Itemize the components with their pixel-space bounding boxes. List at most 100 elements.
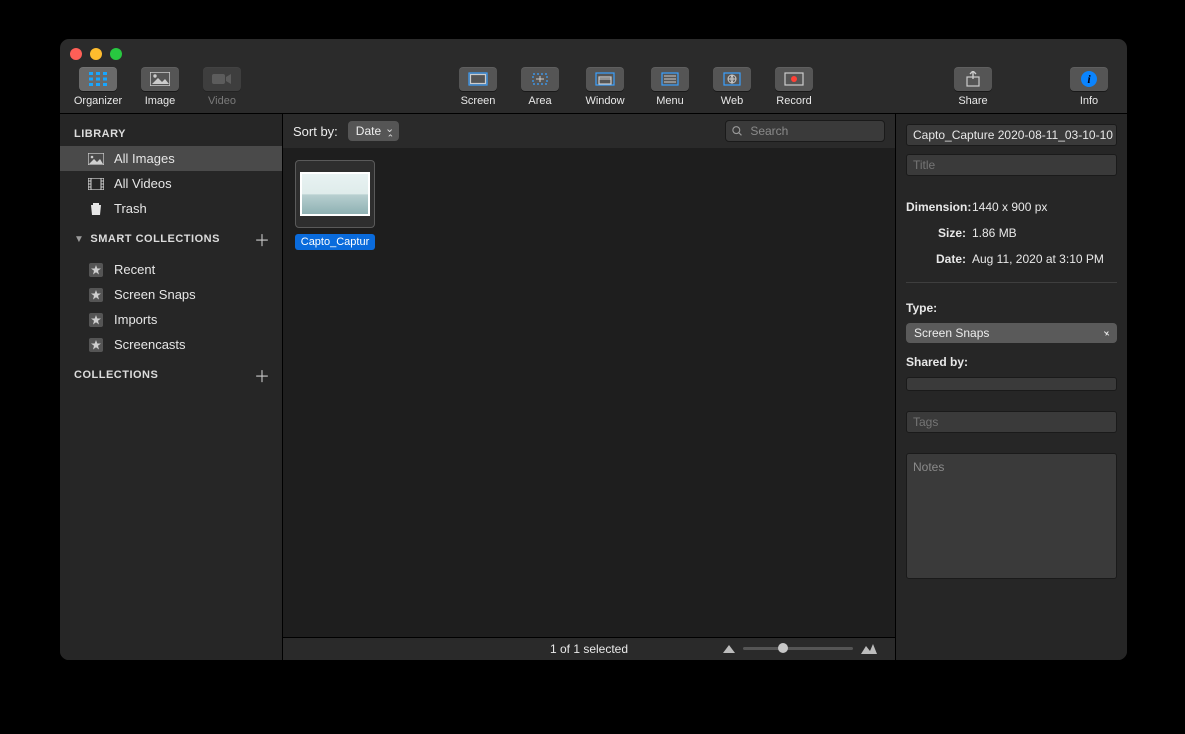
- sidebar-item-all-images[interactable]: All Images: [60, 146, 282, 171]
- capture-web-button[interactable]: [713, 67, 751, 91]
- add-collection-button[interactable]: ＋: [254, 363, 270, 387]
- thumbnail-item[interactable]: Capto_Captur: [295, 160, 375, 250]
- area-icon: [531, 72, 549, 86]
- record-label: Record: [776, 95, 811, 107]
- screen-icon: [468, 72, 488, 86]
- add-smart-collection-button[interactable]: ＋: [254, 227, 270, 251]
- trash-icon: [88, 202, 104, 216]
- date-label: Date:: [906, 252, 966, 266]
- info-label: Info: [1080, 95, 1098, 107]
- selection-status: 1 of 1 selected: [550, 642, 628, 656]
- filename-field[interactable]: Capto_Capture 2020-08-11_03-10-10: [906, 124, 1117, 146]
- title-field[interactable]: [906, 154, 1117, 176]
- status-bar: 1 of 1 selected: [283, 637, 895, 660]
- share-button[interactable]: [954, 67, 992, 91]
- notes-field[interactable]: Notes: [906, 453, 1117, 579]
- shared-by-label: Shared by:: [906, 355, 1117, 369]
- sidebar-item-label: Imports: [114, 312, 157, 327]
- sidebar-item-label: Screen Snaps: [114, 287, 196, 302]
- thumbnail-grid[interactable]: Capto_Captur: [283, 148, 895, 637]
- zoom-slider[interactable]: [743, 647, 853, 650]
- inspector-panel: Capto_Capture 2020-08-11_03-10-10 Dimens…: [896, 114, 1127, 660]
- search-field[interactable]: [725, 120, 885, 142]
- record-button[interactable]: [775, 67, 813, 91]
- zoom-knob[interactable]: [778, 643, 788, 653]
- sidebar-item-label: All Videos: [114, 176, 172, 191]
- capture-area-label: Area: [528, 95, 551, 107]
- sidebar-item-label: Trash: [114, 201, 147, 216]
- sort-label: Sort by:: [293, 124, 338, 139]
- share-label: Share: [958, 95, 987, 107]
- web-icon: [723, 72, 741, 86]
- organizer-tab[interactable]: [79, 67, 117, 91]
- chevron-down-icon: ▼: [74, 234, 84, 245]
- shared-by-field[interactable]: [906, 377, 1117, 391]
- sidebar-item-screencasts[interactable]: Screencasts: [60, 332, 282, 357]
- images-icon: [88, 152, 104, 166]
- main-panel: Sort by: Date Capto_Captur 1 of 1: [283, 114, 896, 660]
- record-icon: [784, 72, 804, 86]
- star-box-icon: [88, 338, 104, 352]
- capture-screen-button[interactable]: [459, 67, 497, 91]
- sidebar-item-label: All Images: [114, 151, 175, 166]
- zoom-window-button[interactable]: [110, 48, 122, 60]
- size-label: Size:: [906, 226, 966, 240]
- date-value: Aug 11, 2020 at 3:10 PM: [972, 252, 1104, 266]
- zoom-small-icon: [723, 643, 735, 653]
- sidebar: LIBRARY All Images All Videos Trash: [60, 114, 283, 660]
- collections-section-header[interactable]: COLLECTIONS ＋: [60, 357, 282, 393]
- smart-collections-section-header[interactable]: ▼SMART COLLECTIONS ＋: [60, 221, 282, 257]
- main-header: Sort by: Date: [283, 114, 895, 148]
- capture-menu-button[interactable]: [651, 67, 689, 91]
- star-box-icon: [88, 288, 104, 302]
- capture-window-label: Window: [585, 95, 624, 107]
- image-tab[interactable]: [141, 67, 179, 91]
- dimension-value: 1440 x 900 px: [972, 200, 1047, 214]
- library-section-header: LIBRARY: [60, 122, 282, 146]
- capture-web-label: Web: [721, 95, 743, 107]
- capture-screen-label: Screen: [461, 95, 496, 107]
- star-box-icon: [88, 313, 104, 327]
- sidebar-item-label: Recent: [114, 262, 155, 277]
- organizer-label: Organizer: [74, 95, 122, 107]
- sidebar-item-label: Screencasts: [114, 337, 186, 352]
- search-input[interactable]: [748, 123, 878, 139]
- close-window-button[interactable]: [70, 48, 82, 60]
- thumbnail-label: Capto_Captur: [295, 234, 376, 250]
- image-icon: [150, 72, 170, 86]
- info-button[interactable]: i: [1070, 67, 1108, 91]
- image-label: Image: [145, 95, 176, 107]
- thumbnail-frame: [295, 160, 375, 228]
- video-tab: [203, 67, 241, 91]
- capture-menu-label: Menu: [656, 95, 684, 107]
- share-icon: [966, 71, 980, 87]
- sidebar-item-all-videos[interactable]: All Videos: [60, 171, 282, 196]
- size-value: 1.86 MB: [972, 226, 1017, 240]
- toolbar: Organizer Image Video Screen: [60, 63, 1127, 114]
- thumbnail-image: [300, 172, 370, 216]
- star-box-icon: [88, 263, 104, 277]
- sidebar-item-trash[interactable]: Trash: [60, 196, 282, 221]
- dimension-label: Dimension:: [906, 200, 966, 214]
- grid-icon: [89, 72, 107, 86]
- sort-select[interactable]: Date: [348, 121, 399, 141]
- video-icon: [212, 73, 232, 85]
- zoom-control: [723, 642, 877, 654]
- type-label: Type:: [906, 301, 1117, 315]
- search-icon: [732, 125, 742, 137]
- menu-icon: [661, 72, 679, 86]
- sidebar-item-screen-snaps[interactable]: Screen Snaps: [60, 282, 282, 307]
- film-icon: [88, 177, 104, 191]
- titlebar: [60, 39, 1127, 63]
- app-window: Organizer Image Video Screen: [59, 38, 1128, 661]
- video-label: Video: [208, 95, 236, 107]
- type-select[interactable]: Screen Snaps: [906, 323, 1117, 343]
- sidebar-item-imports[interactable]: Imports: [60, 307, 282, 332]
- capture-area-button[interactable]: [521, 67, 559, 91]
- minimize-window-button[interactable]: [90, 48, 102, 60]
- tags-field[interactable]: [906, 411, 1117, 433]
- sidebar-item-recent[interactable]: Recent: [60, 257, 282, 282]
- info-icon: i: [1081, 71, 1097, 87]
- zoom-large-icon: [861, 642, 877, 654]
- capture-window-button[interactable]: [586, 67, 624, 91]
